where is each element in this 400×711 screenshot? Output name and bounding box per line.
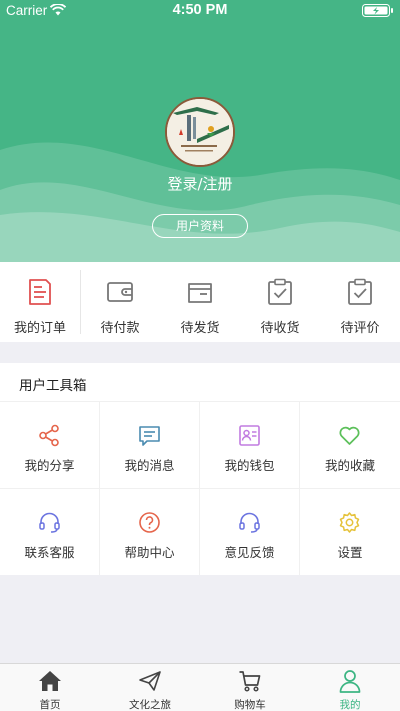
gear-icon	[339, 512, 360, 533]
tool-label: 我的消息	[124, 458, 175, 473]
battery-charging-icon	[362, 4, 393, 17]
toolbox-title: 用户工具箱	[19, 378, 87, 394]
status-bar: Carrier 4:50 PM	[0, 0, 400, 22]
tab-cart[interactable]: 购物车	[200, 664, 300, 711]
tool-label: 意见反馈	[224, 545, 275, 560]
order-item-pending-shipment[interactable]: 待发货	[160, 262, 240, 342]
order-item-label: 待评价	[340, 321, 380, 336]
wallet-card-icon	[239, 425, 260, 446]
order-item-label: 待收货	[260, 321, 300, 336]
tool-label: 帮助中心	[124, 545, 175, 560]
heart-icon	[339, 426, 360, 445]
tool-my-messages[interactable]: 我的消息	[100, 402, 199, 488]
shipping-box-icon	[188, 283, 212, 303]
order-item-my-orders[interactable]: 我的订单	[0, 262, 80, 342]
home-icon	[39, 671, 61, 691]
profile-header: Carrier 4:50 PM 登录/注册 用户资料	[0, 0, 400, 262]
tab-mine[interactable]: 我的	[300, 664, 400, 711]
wallet-icon	[107, 282, 133, 302]
tab-label: 我的	[339, 699, 361, 711]
cart-icon	[239, 671, 261, 692]
tool-my-favorites[interactable]: 我的收藏	[300, 402, 400, 488]
avatar[interactable]	[165, 97, 235, 167]
order-item-label: 我的订单	[13, 321, 66, 336]
order-item-pending-review[interactable]: 待评价	[320, 262, 400, 342]
headset-icon	[39, 512, 60, 533]
tool-my-wallet[interactable]: 我的钱包	[200, 402, 299, 488]
login-register-link[interactable]: 登录/注册	[0, 173, 400, 194]
feedback-headset-icon	[239, 512, 260, 533]
clipboard-check-icon	[268, 278, 292, 305]
order-item-pending-payment[interactable]: 待付款	[80, 262, 160, 342]
logo-icon	[167, 99, 233, 165]
share-icon	[39, 424, 59, 447]
tab-label: 文化之旅	[129, 699, 171, 711]
tab-home[interactable]: 首页	[0, 664, 100, 711]
tool-label: 设置	[337, 545, 363, 560]
tool-help-center[interactable]: 帮助中心	[100, 489, 199, 575]
user-icon	[339, 670, 361, 693]
order-item-pending-receipt[interactable]: 待收货	[240, 262, 320, 342]
help-icon	[139, 512, 160, 533]
tab-bar: 首页 文化之旅 购物车 我的	[0, 663, 400, 711]
tool-contact-support[interactable]: 联系客服	[0, 489, 99, 575]
tool-label: 我的分享	[24, 458, 75, 473]
clock: 4:50 PM	[172, 2, 228, 18]
tool-label: 联系客服	[24, 545, 75, 560]
tool-label: 我的收藏	[324, 458, 375, 473]
toolbox-header: 用户工具箱	[0, 363, 400, 401]
tool-label: 我的钱包	[224, 458, 275, 473]
user-profile-button[interactable]: 用户资料	[152, 214, 248, 238]
tab-label: 首页	[39, 699, 61, 711]
toolbox-grid: 我的分享 我的消息 我的钱包 我的收藏 联系客服 帮助中心 意见反馈 设置	[0, 401, 400, 575]
message-icon	[139, 426, 160, 446]
order-status-row: 我的订单 待付款 待发货 待收货 待评价	[0, 262, 400, 342]
tool-settings[interactable]: 设置	[300, 489, 400, 575]
order-item-label: 待付款	[100, 321, 140, 336]
tool-my-share[interactable]: 我的分享	[0, 402, 99, 488]
tab-culture-tour[interactable]: 文化之旅	[100, 664, 200, 711]
tool-feedback[interactable]: 意见反馈	[200, 489, 299, 575]
paper-plane-icon	[139, 671, 161, 691]
review-check-icon	[348, 278, 372, 305]
my-orders-icon	[29, 279, 51, 305]
tab-label: 购物车	[234, 699, 266, 711]
order-item-label: 待发货	[180, 321, 220, 336]
